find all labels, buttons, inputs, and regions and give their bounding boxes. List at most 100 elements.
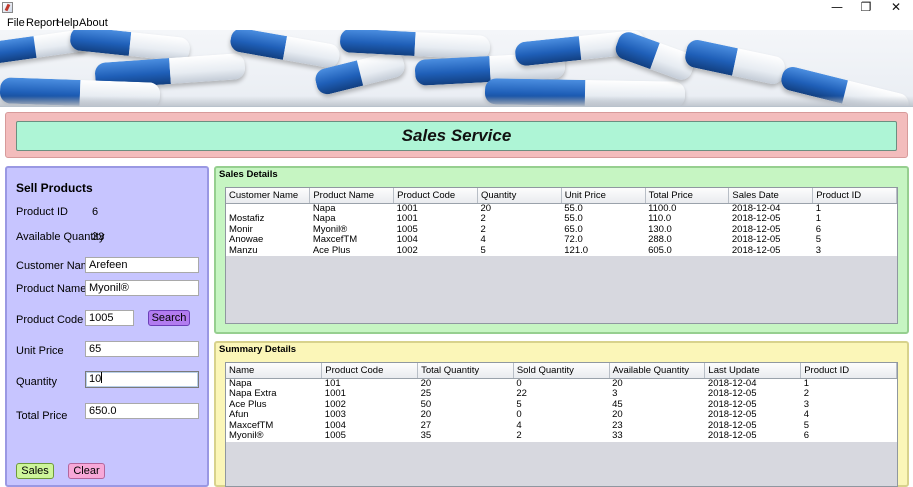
sales-table-row[interactable]: Napa 1001 20 55.0 1100.0 2018-12-04 1 xyxy=(226,203,897,215)
summary-table-cell: 2018-12-04 xyxy=(704,378,801,390)
sales-column-header[interactable]: Quantity xyxy=(477,188,562,204)
sales-table-cell: 2 xyxy=(477,224,562,236)
sales-table-cell: 65.0 xyxy=(561,224,646,236)
sales-table-cell: 121.0 xyxy=(561,245,646,257)
minimize-button[interactable]: — xyxy=(822,0,852,14)
product-code-field[interactable]: 1005 xyxy=(85,310,134,326)
total-price-label: Total Price xyxy=(16,410,68,422)
sales-table-cell: 2018-12-05 xyxy=(728,235,813,246)
sales-table-cell: 605.0 xyxy=(645,245,729,257)
summary-table-row[interactable]: Napa Extra 1001 25 22 3 2018-12-05 2 xyxy=(226,389,897,400)
title-bar: — ❐ ✕ xyxy=(0,0,913,16)
sales-table-cell: Anowae xyxy=(226,235,310,246)
sales-table-row[interactable]: Monir Myonil® 1005 2 65.0 130.0 2018-12-05 6 xyxy=(226,224,897,236)
quantity-field[interactable]: 10 xyxy=(85,371,199,388)
sales-column-header[interactable]: Product Name xyxy=(309,188,395,204)
sales-table-cell: 6 xyxy=(812,224,897,236)
summary-column-header[interactable]: Product ID xyxy=(800,363,897,379)
summary-table-cell: 20 xyxy=(417,410,514,421)
menu-about[interactable]: About xyxy=(79,17,108,29)
sales-column-header[interactable]: Customer Name xyxy=(226,188,311,204)
sales-table-cell: 2018-12-05 xyxy=(728,245,813,257)
summary-details-table-container[interactable]: Name Product Code Total Quantity Sold Quant… xyxy=(225,362,898,487)
close-button[interactable]: ✕ xyxy=(881,0,911,14)
summary-table-cell: 25 xyxy=(417,389,514,400)
summary-table-row[interactable]: Afun 1003 20 0 20 2018-12-05 4 xyxy=(226,410,897,421)
sales-table-cell: 1001 xyxy=(393,203,478,215)
capsule-shape xyxy=(683,37,787,87)
summary-table-cell: 2018-12-05 xyxy=(704,399,801,411)
summary-column-header[interactable]: Total Quantity xyxy=(417,363,514,379)
summary-table-row[interactable]: Ace Plus 1002 50 5 45 2018-12-05 3 xyxy=(226,399,897,411)
summary-column-header[interactable]: Name xyxy=(226,363,323,379)
sales-service-title-box: Sales Service xyxy=(16,121,897,151)
summary-table-row[interactable]: MaxcefTM 1004 27 4 23 2018-12-05 5 xyxy=(226,420,897,432)
sales-column-header[interactable]: Total Price xyxy=(645,188,730,204)
sales-column-header[interactable]: Sales Date xyxy=(728,188,814,204)
menu-help[interactable]: Help xyxy=(56,17,79,29)
sales-table-cell: 1100.0 xyxy=(645,203,729,215)
summary-table-cell: Afun xyxy=(226,410,322,421)
sales-table-cell: 5 xyxy=(477,245,562,257)
product-name-field[interactable]: Myonil® xyxy=(85,280,199,296)
summary-table-cell: 4 xyxy=(513,420,610,432)
sales-table-cell: 288.0 xyxy=(645,235,729,246)
summary-table-cell: 20 xyxy=(417,378,514,390)
summary-table-cell: 1005 xyxy=(321,431,418,443)
capsules-banner-image xyxy=(0,30,913,107)
product-code-label: Product Code xyxy=(16,314,84,326)
summary-table-cell: 33 xyxy=(609,431,705,443)
sales-table-cell: 4 xyxy=(477,235,562,246)
sales-table-cell: MaxcefTM xyxy=(309,235,394,246)
sales-table-cell: 5 xyxy=(812,235,897,246)
summary-table-cell: 3 xyxy=(800,399,897,411)
sales-table-cell: 130.0 xyxy=(645,224,729,236)
quantity-label: Quantity xyxy=(16,376,57,388)
sales-column-header[interactable]: Unit Price xyxy=(561,188,646,204)
summary-table-cell: 1002 xyxy=(321,399,418,411)
summary-table-cell: 5 xyxy=(513,399,610,411)
sales-details-table-container[interactable]: Customer Name Product Name Product Code Qua… xyxy=(225,187,898,324)
sales-table-cell: Mostafiz xyxy=(226,214,310,225)
summary-column-header[interactable]: Product Code xyxy=(321,363,419,379)
restore-button[interactable]: ❐ xyxy=(851,0,881,14)
sales-table-cell: 1 xyxy=(812,203,897,215)
search-button[interactable]: Search xyxy=(148,310,190,326)
summary-table-cell: 2018-12-05 xyxy=(704,410,801,421)
total-price-field[interactable]: 650.0 xyxy=(85,403,199,419)
summary-table-cell: 101 xyxy=(321,378,418,390)
customer-name-field[interactable]: Arefeen xyxy=(85,257,199,273)
unit-price-field[interactable]: 65 xyxy=(85,341,199,357)
sales-table-cell: 1005 xyxy=(393,224,478,236)
summary-table-cell: 0 xyxy=(513,378,610,390)
summary-details-panel: Summary Details Name Product Code Total Qu… xyxy=(214,341,909,487)
sales-column-header[interactable]: Product ID xyxy=(812,188,897,204)
summary-column-header[interactable]: Sold Quantity xyxy=(513,363,610,379)
summary-column-header[interactable]: Available Quantity xyxy=(609,363,706,379)
sales-table-cell: Monir xyxy=(226,224,310,236)
sales-table-row[interactable]: Anowae MaxcefTM 1004 4 72.0 288.0 2018-12-05 5 xyxy=(226,235,897,246)
summary-table-cell: Ace Plus xyxy=(226,399,322,411)
summary-column-header[interactable]: Last Update xyxy=(704,363,802,379)
summary-table-cell: 0 xyxy=(513,410,610,421)
java-app-icon xyxy=(2,2,13,13)
sales-table-row[interactable]: Manzu Ace Plus 1002 5 121.0 605.0 2018-12-05 3 xyxy=(226,245,897,257)
summary-table-cell: 27 xyxy=(417,420,514,432)
summary-table-row[interactable]: Napa 101 20 0 20 2018-12-04 1 xyxy=(226,378,897,390)
product-id-label: Product ID xyxy=(16,206,68,218)
menu-file[interactable]: File xyxy=(7,17,25,29)
sales-button[interactable]: Sales xyxy=(16,463,54,479)
summary-table-cell: Napa Extra xyxy=(226,389,322,400)
sales-table-cell: 3 xyxy=(812,245,897,257)
summary-table-row[interactable]: Myonil® 1005 35 2 33 2018-12-05 6 xyxy=(226,431,897,443)
summary-details-table: Name Product Code Total Quantity Sold Quant… xyxy=(226,363,897,443)
sales-table-cell: 1002 xyxy=(393,245,478,257)
sales-table-row[interactable]: Mostafiz Napa 1001 2 55.0 110.0 2018-12-05 1 xyxy=(226,214,897,225)
page-title: Sales Service xyxy=(401,126,512,145)
clear-button[interactable]: Clear xyxy=(68,463,105,479)
menu-report[interactable]: Report xyxy=(26,17,59,29)
sales-column-header[interactable]: Product Code xyxy=(393,188,478,204)
summary-table-cell: 3 xyxy=(609,389,705,400)
sales-table-cell: 2018-12-05 xyxy=(728,224,813,236)
sales-table-cell: 1 xyxy=(812,214,897,225)
